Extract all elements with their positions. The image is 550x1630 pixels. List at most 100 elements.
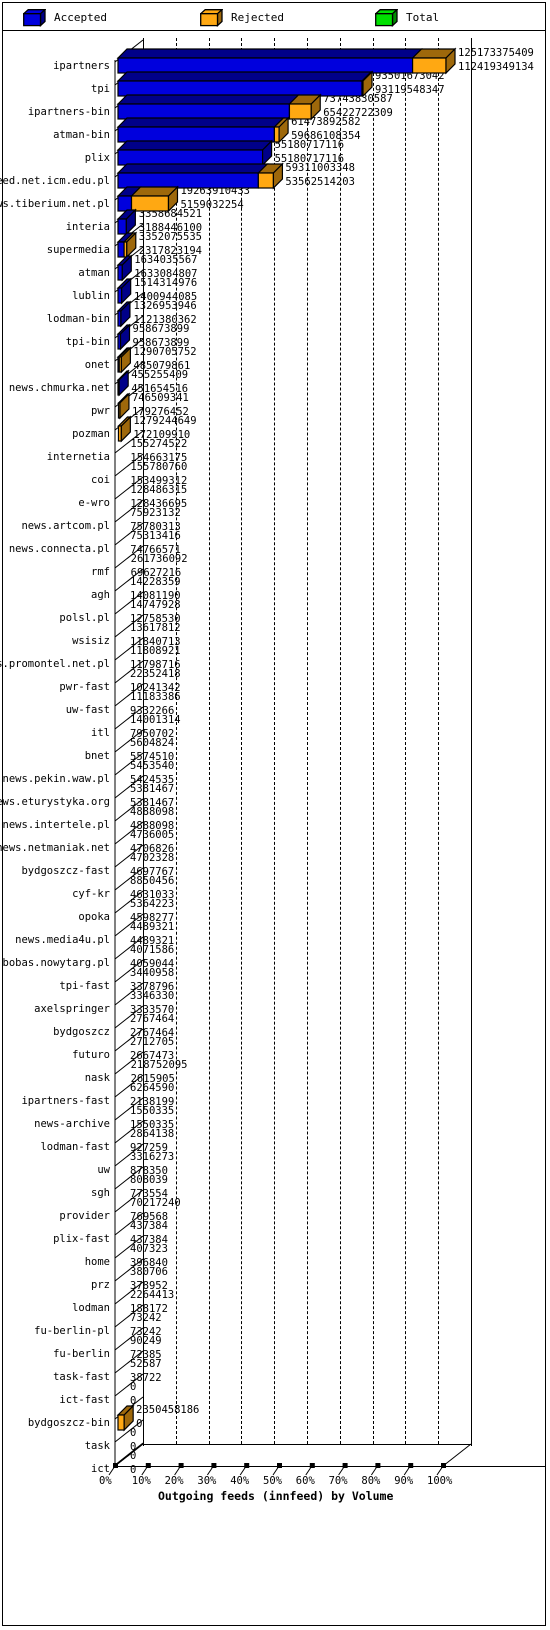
category-label: fu-berlin	[53, 1348, 110, 1360]
category-label: ipartners-bin	[27, 106, 110, 118]
gridline-80pct	[405, 38, 407, 1444]
x-tick-label: 70%	[328, 1475, 348, 1487]
total-value-label: 8850456	[130, 875, 175, 887]
total-value-label: 1634035567	[134, 254, 198, 266]
total-value-label: 1279244649	[133, 415, 197, 427]
x-tick-label: 90%	[394, 1475, 414, 1487]
legend-label: Accepted	[54, 10, 107, 24]
category-label: news.pekin.waw.pl	[2, 773, 110, 785]
total-value-label: 59311003348	[285, 162, 355, 174]
total-value-label: 1550335	[130, 1105, 175, 1117]
category-label: home	[84, 1256, 110, 1268]
total-value-label: 155274522	[130, 438, 188, 450]
total-value-label: 52587	[130, 1358, 162, 1370]
total-value-label: 3358684521	[138, 208, 203, 220]
gridline-90pct	[438, 38, 440, 1444]
gridline-40pct	[274, 38, 276, 1444]
total-value-label: 125173375409	[458, 47, 534, 59]
total-value-label: 218752095	[130, 1059, 188, 1071]
category-label: atman	[78, 267, 110, 279]
total-value-label: 2864138	[130, 1128, 175, 1140]
gridline-70pct	[372, 38, 374, 1444]
total-value-label: 3352075535	[138, 231, 202, 243]
x-tick-label: 50%	[263, 1475, 282, 1487]
category-label: polsl.pl	[59, 612, 110, 624]
category-label: cyf-kr	[72, 888, 110, 900]
category-label: tpi-fast	[59, 980, 110, 992]
total-value-label: 958673899	[132, 323, 190, 335]
chart-page: Accepted Rejected Total ipartners 125173375…	[0, 0, 550, 1630]
gridline-60pct	[339, 38, 341, 1444]
category-label: coi	[91, 474, 110, 486]
category-label: fu-berlin-pl	[34, 1325, 110, 1337]
cube-icon	[373, 7, 399, 27]
category-label: tpi-bin	[65, 336, 110, 348]
total-value-label: 2264413	[130, 1289, 175, 1301]
legend-item-total: Total	[373, 3, 440, 31]
category-label: plix-fast	[53, 1233, 110, 1245]
x-axis-line	[115, 1466, 545, 1467]
total-value-label: 3346330	[130, 990, 175, 1002]
total-value-label: 4702328	[130, 852, 175, 864]
category-label: wsisiz	[72, 635, 110, 647]
category-label: uw-fast	[65, 704, 110, 716]
category-label: news.netmaniak.net	[0, 842, 110, 854]
x-tick-label: 100%	[427, 1475, 453, 1487]
category-label: task-fast	[53, 1371, 110, 1383]
total-value-label: 73242	[130, 1312, 162, 1324]
total-value-label: 5453540	[130, 760, 175, 772]
x-tick-label: 0%	[99, 1475, 112, 1487]
total-value-label: 4888098	[130, 806, 175, 818]
total-value-label: 746509341	[131, 392, 189, 404]
category-label: news.promontel.net.pl	[0, 658, 110, 670]
x-axis-title: Outgoing feeds (innfeed) by Volume	[158, 1489, 394, 1503]
category-label: ipartners-fast	[21, 1095, 110, 1107]
accepted-value-label: 112419349134	[458, 61, 534, 73]
total-value-label: 0	[130, 1427, 137, 1439]
category-label: plix	[84, 152, 110, 164]
legend-label: Total	[406, 10, 440, 24]
cube-icon	[198, 7, 224, 27]
category-label: lublin	[72, 290, 110, 302]
total-value-label: 73743830587	[323, 93, 393, 105]
total-value-label: 6264590	[130, 1082, 175, 1094]
total-value-label: 155780760	[130, 461, 188, 473]
total-value-label: 4071586	[130, 944, 175, 956]
total-value-label: 2767464	[130, 1013, 175, 1025]
category-label: news-archive	[34, 1118, 110, 1130]
total-value-label: 4489321	[130, 921, 175, 933]
category-label: news.chmurka.net	[8, 382, 110, 394]
total-value-label: 5381467	[130, 783, 175, 795]
total-value-label: 93501673042	[375, 70, 445, 82]
total-value-label: 2712705	[130, 1036, 175, 1048]
category-label: itl	[91, 727, 110, 739]
plot-right-border	[471, 38, 472, 1446]
x-tick-label: 60%	[295, 1475, 315, 1487]
total-value-label: 11808921	[130, 645, 181, 657]
accepted-value-label: 0	[136, 1418, 143, 1430]
chart-legend: Accepted Rejected Total	[3, 3, 545, 31]
total-value-label: 3440958	[130, 967, 175, 979]
category-label: sgh	[91, 1187, 110, 1199]
total-value-label: 70217240	[130, 1197, 181, 1209]
x-tick-label: 20%	[164, 1475, 184, 1487]
gridline-50pct	[307, 38, 308, 1444]
legend-item-rejected: Rejected	[198, 3, 284, 31]
total-value-label: 261736092	[130, 553, 188, 565]
category-label: pwr	[91, 405, 110, 417]
category-label: ipartners	[53, 60, 110, 72]
category-label: futuro	[72, 1049, 110, 1061]
total-value-label: 5364223	[130, 898, 175, 910]
legend-label: Rejected	[231, 10, 284, 24]
category-label: uw	[97, 1164, 110, 1176]
total-value-label: 14001314	[130, 714, 181, 726]
x-tick-label: 30%	[197, 1475, 217, 1487]
category-label: newsfeed.net.icm.edu.pl	[0, 175, 110, 187]
category-label: pwr-fast	[59, 681, 110, 693]
total-value-label: 75313416	[130, 530, 181, 542]
total-value-label: 0	[130, 1450, 137, 1462]
cube-icon	[21, 7, 47, 27]
category-label: interia	[65, 221, 110, 233]
category-label: lodman-bin	[46, 313, 110, 325]
category-label: news.tiberium.net.pl	[0, 198, 110, 210]
